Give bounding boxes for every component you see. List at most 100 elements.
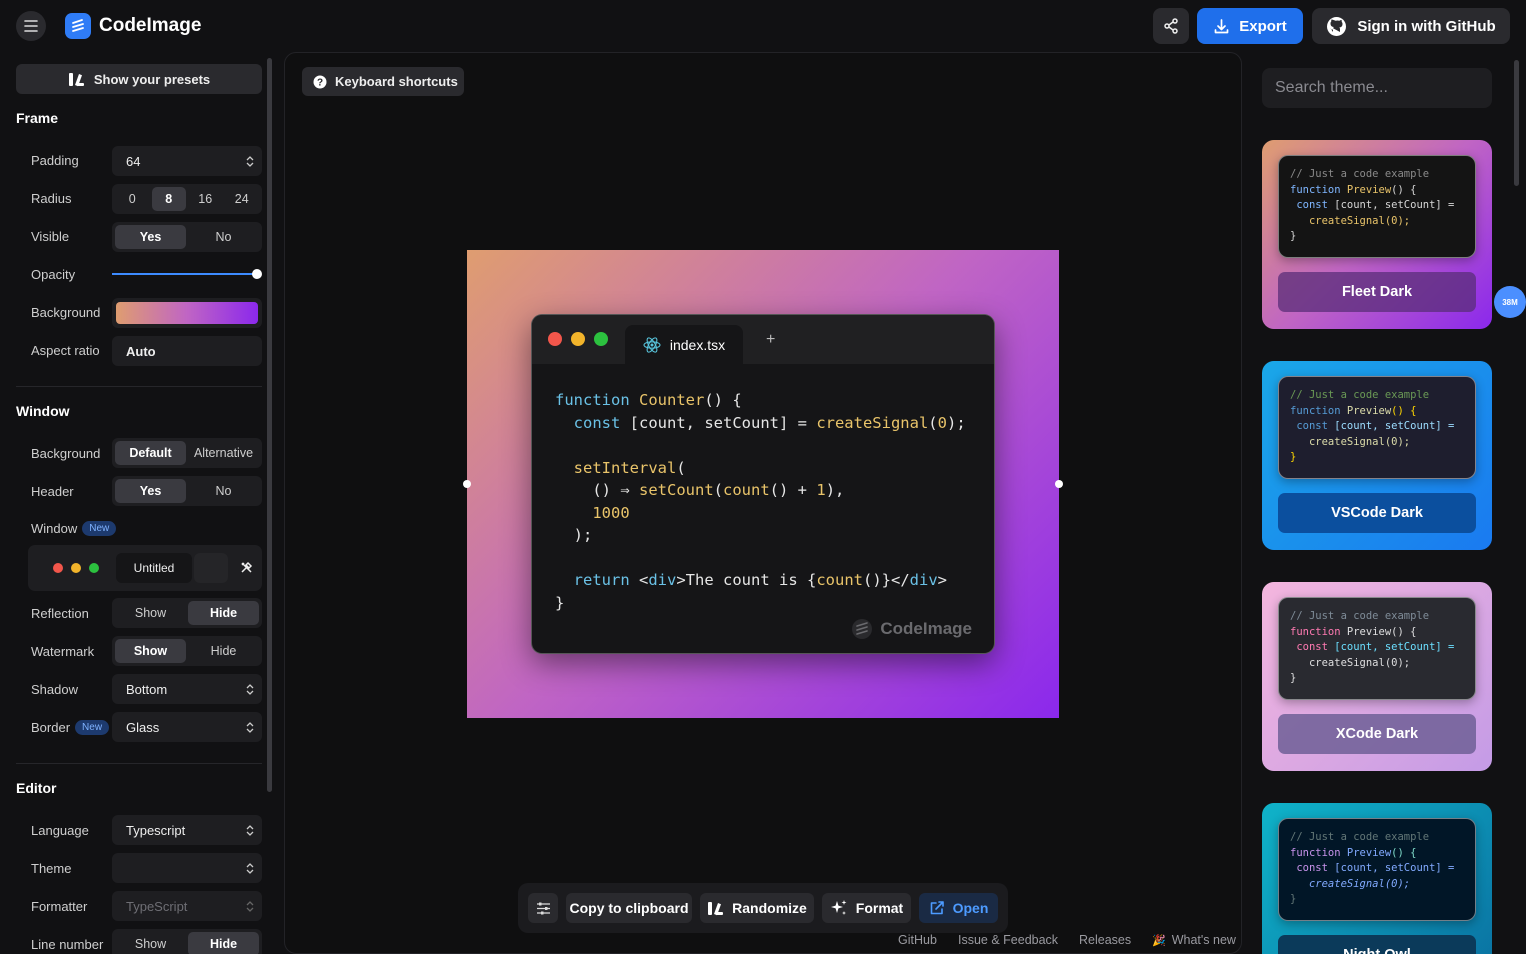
red-dot-icon <box>53 563 63 573</box>
svg-text:?: ? <box>317 77 323 88</box>
theme-name: XCode Dark <box>1278 714 1476 754</box>
padding-value: 64 <box>126 153 141 169</box>
aspect-ratio-label: Aspect ratio <box>31 343 100 358</box>
sidebar-scrollbar[interactable] <box>267 58 272 792</box>
randomize-label: Randomize <box>732 900 807 916</box>
theme-card-night-owl[interactable]: // Just a code example function Preview(… <box>1262 803 1492 954</box>
line-number-show[interactable]: Show <box>115 932 186 954</box>
radius-segmented: 0 8 16 24 <box>112 184 262 214</box>
window-background-label: Background <box>31 446 101 461</box>
github-signin-button[interactable]: Sign in with GitHub <box>1312 8 1510 44</box>
menu-button[interactable] <box>16 11 46 41</box>
export-button[interactable]: Export <box>1197 8 1303 44</box>
theme-panel-scrollbar[interactable] <box>1514 60 1519 186</box>
theme-card-vscode-dark[interactable]: // Just a code example function Preview(… <box>1262 361 1492 550</box>
theme-preview: // Just a code example function Preview(… <box>1278 155 1476 258</box>
watermark-show[interactable]: Show <box>115 639 186 663</box>
line-number-hide[interactable]: Hide <box>188 932 259 954</box>
language-select[interactable]: Typescript <box>112 815 262 845</box>
formatter-select[interactable]: TypeScript <box>112 891 262 921</box>
border-label: Border New <box>31 720 110 735</box>
line-number-segmented: Show Hide <box>112 929 262 954</box>
code-frame[interactable]: index.tsx + function Counter() { const [… <box>463 250 1063 718</box>
window-bg-default[interactable]: Default <box>115 441 186 465</box>
party-icon: 🎉 <box>1152 934 1166 947</box>
randomize-button[interactable]: Randomize <box>700 893 814 923</box>
reflection-hide[interactable]: Hide <box>188 601 259 625</box>
sliders-icon <box>536 902 550 914</box>
new-badge: New <box>82 521 117 536</box>
bottom-toolbar: Copy to clipboard Randomize Format Open <box>518 883 1008 933</box>
visible-no[interactable]: No <box>188 225 259 249</box>
window-style-text: Window <box>31 521 78 536</box>
app-logo[interactable]: CodeImage <box>65 13 201 39</box>
header-yes[interactable]: Yes <box>115 479 186 503</box>
shadow-select[interactable]: Bottom <box>112 674 262 704</box>
resize-handle-left[interactable] <box>463 480 471 488</box>
footer-github-link[interactable]: GitHub <box>898 933 937 947</box>
file-tab[interactable]: index.tsx <box>625 325 743 364</box>
code-window: index.tsx + function Counter() { const [… <box>531 314 995 654</box>
radius-option-0[interactable]: 0 <box>115 187 150 211</box>
new-badge: New <box>75 720 110 735</box>
green-dot-icon <box>89 563 99 573</box>
codeimage-watermark: CodeImage <box>852 619 972 639</box>
footer-whats-new-link[interactable]: 🎉 What's new <box>1152 933 1236 947</box>
theme-preview: // Just a code example function Preview(… <box>1278 376 1476 479</box>
whats-new-label: What's new <box>1171 933 1236 947</box>
copy-label: Copy to clipboard <box>569 900 689 916</box>
help-circle-icon: ? <box>313 75 327 88</box>
resize-handle-right[interactable] <box>1055 480 1063 488</box>
window-style-preview[interactable]: Untitled <box>28 545 262 591</box>
reflection-show[interactable]: Show <box>115 601 186 625</box>
radius-label: Radius <box>31 191 72 206</box>
chevron-updown-icon <box>238 862 262 874</box>
settings-button[interactable] <box>528 893 558 923</box>
app-name: CodeImage <box>99 15 202 36</box>
footer-issue-link[interactable]: Issue & Feedback <box>958 933 1058 947</box>
chevron-updown-icon <box>238 683 262 695</box>
code-editor[interactable]: function Counter() { const [count, setCo… <box>555 389 966 614</box>
format-button[interactable]: Format <box>822 893 911 923</box>
window-background-segmented: Default Alternative <box>112 438 262 468</box>
opacity-slider[interactable] <box>112 269 262 279</box>
radius-option-24[interactable]: 24 <box>225 187 260 211</box>
header-label: Header <box>31 484 74 499</box>
radius-option-8[interactable]: 8 <box>151 187 186 211</box>
aspect-ratio-select[interactable]: Auto <box>112 336 262 366</box>
open-button[interactable]: Open <box>919 893 998 923</box>
border-select[interactable]: Glass <box>112 712 262 742</box>
theme-card-fleet-dark[interactable]: // Just a code example function Preview(… <box>1262 140 1492 329</box>
footer-releases-link[interactable]: Releases <box>1079 933 1131 947</box>
theme-preview: // Just a code example function Preview(… <box>1278 597 1476 700</box>
visible-yes[interactable]: Yes <box>115 225 186 249</box>
floating-badge[interactable]: 38M <box>1494 286 1526 318</box>
padding-select[interactable]: 64 <box>112 146 262 176</box>
theme-panel: Search theme... // Just a code example f… <box>1244 52 1526 954</box>
visible-segmented: Yes No <box>112 222 262 252</box>
watermark-hide[interactable]: Hide <box>188 639 259 663</box>
share-button[interactable] <box>1153 8 1189 44</box>
theme-select[interactable] <box>112 853 262 883</box>
window-header: index.tsx + <box>532 315 994 364</box>
theme-label: Theme <box>31 861 72 876</box>
theme-search-input[interactable]: Search theme... <box>1262 68 1492 108</box>
copy-to-clipboard-button[interactable]: Copy to clipboard <box>566 893 692 923</box>
padding-label: Padding <box>31 153 79 168</box>
tools-icon[interactable] <box>240 561 253 574</box>
theme-card-xcode-dark[interactable]: // Just a code example function Preview(… <box>1262 582 1492 771</box>
theme-name: Night Owl <box>1278 935 1476 954</box>
show-presets-button[interactable]: Show your presets <box>16 64 262 94</box>
keyboard-shortcuts-button[interactable]: ? Keyboard shortcuts <box>302 67 464 96</box>
shadow-label: Shadow <box>31 682 78 697</box>
frame-background-picker[interactable] <box>112 298 262 328</box>
window-section-title: Window <box>16 403 70 419</box>
add-tab-button[interactable]: + <box>766 331 775 349</box>
app-header: CodeImage Export Sign in with GitHub <box>0 0 1526 52</box>
radius-option-16[interactable]: 16 <box>188 187 223 211</box>
opacity-knob[interactable] <box>252 269 262 279</box>
header-no[interactable]: No <box>188 479 259 503</box>
formatter-value: TypeScript <box>126 898 188 914</box>
presets-icon <box>708 902 724 916</box>
window-bg-alternative[interactable]: Alternative <box>188 441 259 465</box>
